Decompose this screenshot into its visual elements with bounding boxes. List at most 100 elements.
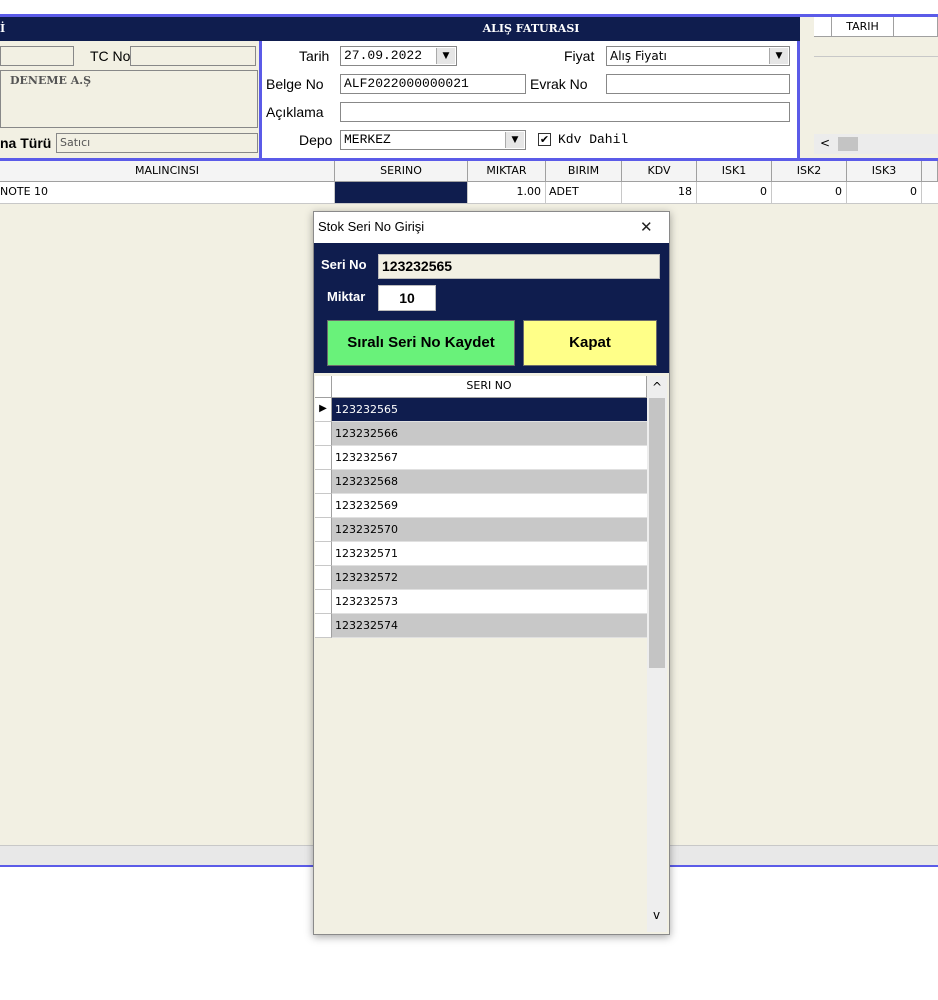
serial-cell[interactable]: 123232570: [332, 518, 647, 542]
serial-cell[interactable]: 123232567: [332, 446, 647, 470]
cari-code-field[interactable]: [0, 46, 74, 66]
type-label: na Türü: [0, 135, 52, 151]
date-picker[interactable]: 27.09.2022 ▼: [340, 46, 457, 66]
dialog-title: Stok Seri No Girişi: [318, 219, 425, 234]
price-dropdown-icon[interactable]: ▼: [769, 48, 788, 64]
cell-isk3[interactable]: 0: [847, 182, 922, 203]
cell-malcinsi[interactable]: NOTE 10: [0, 182, 335, 203]
evrak-no-field[interactable]: [606, 74, 790, 94]
dialog-titlebar[interactable]: Stok Seri No Girişi ✕: [314, 212, 669, 243]
cell-birim[interactable]: ADET: [546, 182, 622, 203]
depot-dropdown-icon[interactable]: ▼: [505, 132, 524, 148]
type-field[interactable]: Satıcı: [56, 133, 258, 153]
scroll-down-icon[interactable]: v: [653, 908, 660, 922]
header-serino[interactable]: SERINO: [335, 161, 468, 182]
scroll-thumb[interactable]: [838, 137, 858, 151]
cell-serino[interactable]: [335, 182, 468, 203]
serial-dialog: Stok Seri No Girişi ✕ Seri No 123232565 …: [313, 211, 670, 935]
price-label: Fiyat: [564, 48, 595, 64]
list-item[interactable]: 123232567: [315, 446, 647, 470]
invoice-panel: Tarih 27.09.2022 ▼ Fiyat Alış Fiyatı ▼ B…: [262, 41, 800, 158]
header-isk1[interactable]: ISK1: [697, 161, 772, 182]
right-grid-header-2: [894, 17, 938, 37]
cell-kdv[interactable]: 18: [622, 182, 697, 203]
scroll-thumb[interactable]: [649, 398, 665, 668]
row-selector[interactable]: [315, 590, 332, 614]
serial-cell[interactable]: 123232572: [332, 566, 647, 590]
price-select[interactable]: Alış Fiyatı ▼: [606, 46, 790, 66]
dialog-input-panel: Seri No 123232565 Miktar 10 Sıralı Seri …: [314, 243, 669, 373]
row-selector[interactable]: [315, 614, 332, 638]
kdv-checkbox[interactable]: ✔: [538, 133, 551, 146]
header-miktar[interactable]: MIKTAR: [468, 161, 546, 182]
left-panel-header: İ: [0, 17, 262, 41]
depot-select[interactable]: MERKEZ ▼: [340, 130, 526, 150]
row-selector[interactable]: [315, 542, 332, 566]
invoice-header: ALIŞ FATURASI: [262, 17, 800, 41]
list-item[interactable]: 123232569: [315, 494, 647, 518]
header-isk3[interactable]: ISK3: [847, 161, 922, 182]
serial-list-corner: [315, 376, 332, 398]
row-selector[interactable]: [315, 422, 332, 446]
serial-list: SERI NO ▶ 123232565 123232566 123232567 1232…: [315, 376, 668, 932]
kdv-label: Kdv Dahil: [558, 132, 629, 147]
left-panel-title: İ: [0, 22, 6, 35]
cell-isk1[interactable]: 0: [697, 182, 772, 203]
close-icon[interactable]: ✕: [640, 218, 653, 236]
row-selector[interactable]: [315, 446, 332, 470]
serial-cell[interactable]: 123232574: [332, 614, 647, 638]
cell-miktar[interactable]: 1.00: [468, 182, 546, 203]
invoice-title: ALIŞ FATURASI: [482, 22, 580, 35]
serial-cell[interactable]: 123232565: [332, 398, 647, 422]
list-item[interactable]: ▶ 123232565: [315, 398, 647, 422]
row-selector[interactable]: [315, 518, 332, 542]
serial-vertical-scrollbar[interactable]: ^ v: [647, 376, 667, 932]
header-malcinsi[interactable]: MALINCINSI: [0, 161, 335, 182]
list-item[interactable]: 123232572: [315, 566, 647, 590]
scroll-up-icon[interactable]: ^: [652, 380, 662, 394]
qty-label: Miktar: [327, 289, 366, 304]
description-field[interactable]: [340, 102, 790, 122]
right-grid-header: TARIH: [832, 17, 894, 37]
header-birim[interactable]: BIRIM: [546, 161, 622, 182]
right-scrollbar[interactable]: <: [814, 134, 938, 154]
date-dropdown-icon[interactable]: ▼: [436, 48, 455, 64]
row-selector[interactable]: [315, 470, 332, 494]
qty-input[interactable]: 10: [378, 285, 436, 311]
serial-cell[interactable]: 123232568: [332, 470, 647, 494]
serial-cell[interactable]: 123232566: [332, 422, 647, 446]
serial-list-header[interactable]: SERI NO: [332, 376, 647, 398]
depot-value: MERKEZ: [344, 132, 391, 147]
tc-label: TC No: [90, 48, 131, 64]
depot-label: Depo: [299, 132, 333, 148]
items-header-row: MALINCINSI SERINO MIKTAR BIRIM KDV ISK1 …: [0, 161, 938, 182]
list-item[interactable]: 123232570: [315, 518, 647, 542]
list-item[interactable]: 123232566: [315, 422, 647, 446]
doc-no-field[interactable]: ALF2022000000021: [340, 74, 526, 94]
serial-cell[interactable]: 123232571: [332, 542, 647, 566]
company-name: DENEME A.Ş: [10, 74, 92, 87]
tc-field[interactable]: [130, 46, 256, 66]
price-value: Alış Fiyatı: [610, 49, 667, 63]
right-panel: TARIH <: [800, 17, 938, 158]
row-selector-arrow-icon[interactable]: ▶: [315, 398, 332, 422]
serial-cell[interactable]: 123232569: [332, 494, 647, 518]
evrak-no-label: Evrak No: [530, 76, 588, 92]
header-kdv[interactable]: KDV: [622, 161, 697, 182]
table-row[interactable]: NOTE 10 1.00 ADET 18 0 0 0: [0, 182, 938, 204]
close-button[interactable]: Kapat: [523, 320, 657, 366]
list-item[interactable]: 123232568: [315, 470, 647, 494]
serial-input[interactable]: 123232565: [378, 254, 660, 279]
serial-cell[interactable]: 123232573: [332, 590, 647, 614]
date-value: 27.09.2022: [344, 48, 423, 63]
cell-isk2[interactable]: 0: [772, 182, 847, 203]
save-serials-button[interactable]: Sıralı Seri No Kaydet: [327, 320, 515, 366]
list-item[interactable]: 123232574: [315, 614, 647, 638]
date-label: Tarih: [299, 48, 330, 64]
header-isk2[interactable]: ISK2: [772, 161, 847, 182]
scroll-left-icon[interactable]: <: [820, 136, 830, 150]
row-selector[interactable]: [315, 494, 332, 518]
list-item[interactable]: 123232571: [315, 542, 647, 566]
row-selector[interactable]: [315, 566, 332, 590]
list-item[interactable]: 123232573: [315, 590, 647, 614]
